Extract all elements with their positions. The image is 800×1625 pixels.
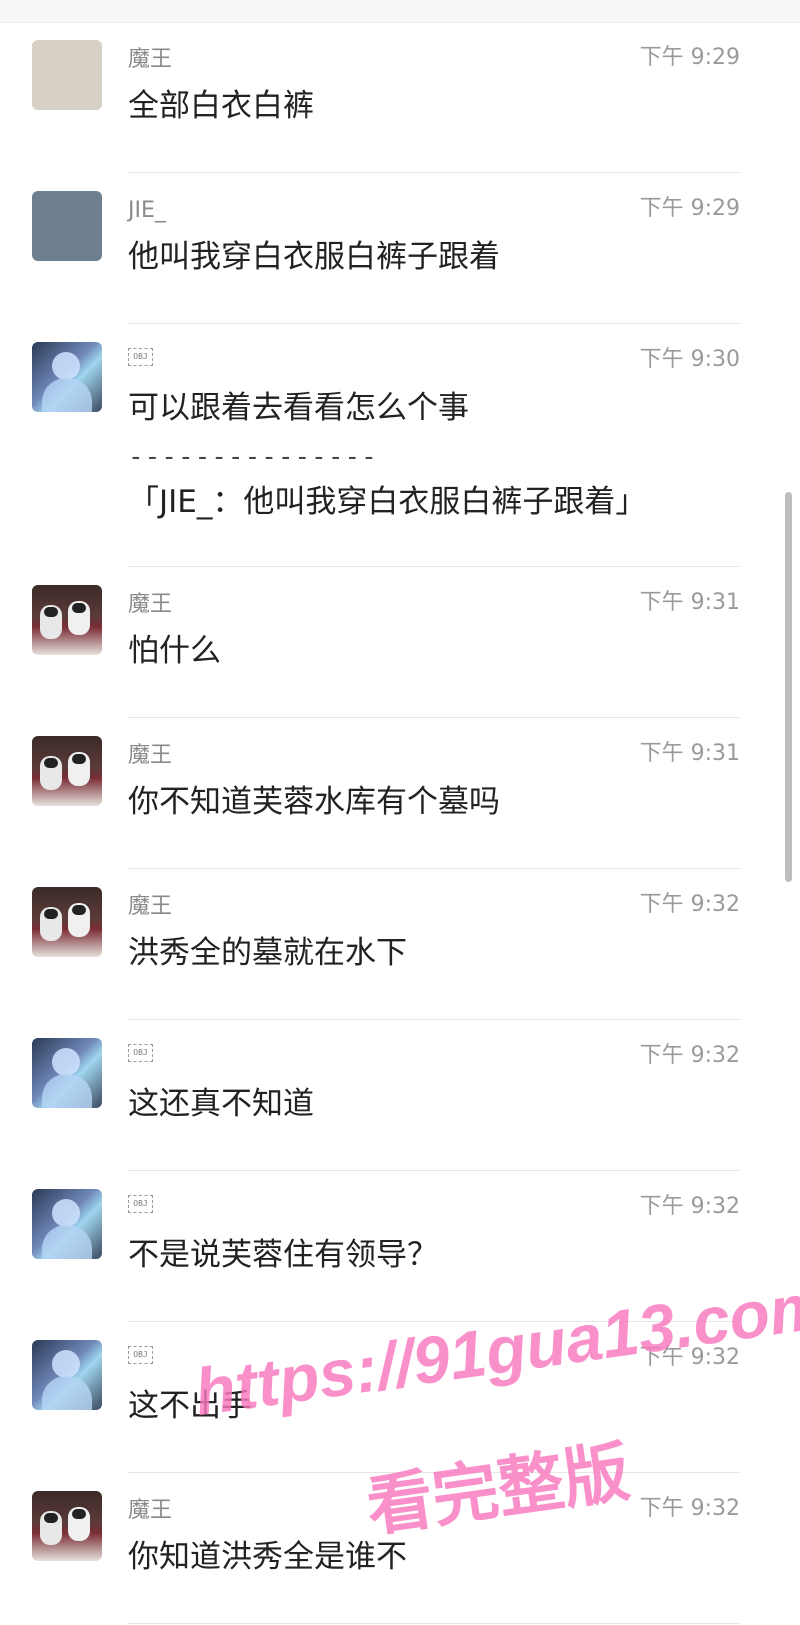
timestamp: 下午 9:32 — [639, 892, 740, 917]
message-item[interactable]: OBJ 下午 9:30 可以跟着去看看怎么个事 --------------- … — [0, 324, 800, 567]
sender-name: 魔王 — [128, 592, 173, 617]
object-placeholder-icon: OBJ — [128, 1346, 153, 1364]
timestamp: 下午 9:29 — [639, 45, 740, 70]
avatar[interactable] — [32, 736, 102, 806]
top-bar — [0, 0, 800, 23]
object-placeholder-icon: OBJ — [128, 1044, 153, 1062]
divider — [128, 1623, 740, 1624]
sender-name: JIE_ — [128, 198, 166, 223]
message-item[interactable]: 魔王 下午 9:31 你不知道芙蓉水库有个墓吗 — [0, 718, 800, 869]
message-text: 你不知道芙蓉水库有个墓吗 — [128, 784, 500, 820]
sender-name: 魔王 — [128, 743, 173, 768]
sender-name: 魔王 — [128, 1498, 173, 1523]
object-placeholder-icon: OBJ — [128, 1195, 153, 1213]
timestamp: 下午 9:31 — [639, 590, 740, 615]
timestamp: 下午 9:32 — [639, 1043, 740, 1068]
message-text: 怕什么 — [128, 633, 221, 669]
message-item[interactable]: OBJ 下午 9:32 这还真不知道 — [0, 1020, 800, 1171]
avatar[interactable] — [32, 191, 102, 261]
quote-separator: --------------- — [128, 442, 378, 472]
avatar[interactable] — [32, 1038, 102, 1108]
timestamp: 下午 9:32 — [639, 1496, 740, 1521]
avatar[interactable] — [32, 585, 102, 655]
timestamp: 下午 9:32 — [639, 1194, 740, 1219]
avatar[interactable] — [32, 342, 102, 412]
avatar[interactable] — [32, 1340, 102, 1410]
timestamp: 下午 9:30 — [639, 347, 740, 372]
message-item[interactable]: JIE_ 下午 9:29 他叫我穿白衣服白裤子跟着 — [0, 173, 800, 324]
message-text: 他叫我穿白衣服白裤子跟着 — [128, 239, 500, 275]
avatar[interactable] — [32, 1189, 102, 1259]
timestamp: 下午 9:29 — [639, 196, 740, 221]
message-text: 不是说芙蓉住有领导？ — [128, 1237, 438, 1273]
sender-name: 魔王 — [128, 47, 173, 72]
message-item[interactable]: 魔王 下午 9:29 全部白衣白裤 — [0, 22, 800, 173]
object-placeholder-icon: OBJ — [128, 348, 153, 366]
message-text: 这还真不知道 — [128, 1086, 314, 1122]
message-item[interactable]: 魔王 下午 9:32 洪秀全的墓就在水下 — [0, 869, 800, 1020]
avatar[interactable] — [32, 1491, 102, 1561]
message-text: 你知道洪秀全是谁不 — [128, 1539, 407, 1575]
message-item[interactable]: 魔王 下午 9:31 怕什么 — [0, 567, 800, 718]
scrollbar[interactable] — [785, 492, 792, 882]
message-text: 全部白衣白裤 — [128, 88, 314, 124]
sender-name: 魔王 — [128, 894, 173, 919]
message-text: 可以跟着去看看怎么个事 — [128, 390, 469, 426]
avatar[interactable] — [32, 40, 102, 110]
message-text: 洪秀全的墓就在水下 — [128, 935, 407, 971]
avatar[interactable] — [32, 887, 102, 957]
quoted-message: 「JIE_：他叫我穿白衣服白裤子跟着」 — [128, 484, 647, 520]
timestamp: 下午 9:31 — [639, 741, 740, 766]
